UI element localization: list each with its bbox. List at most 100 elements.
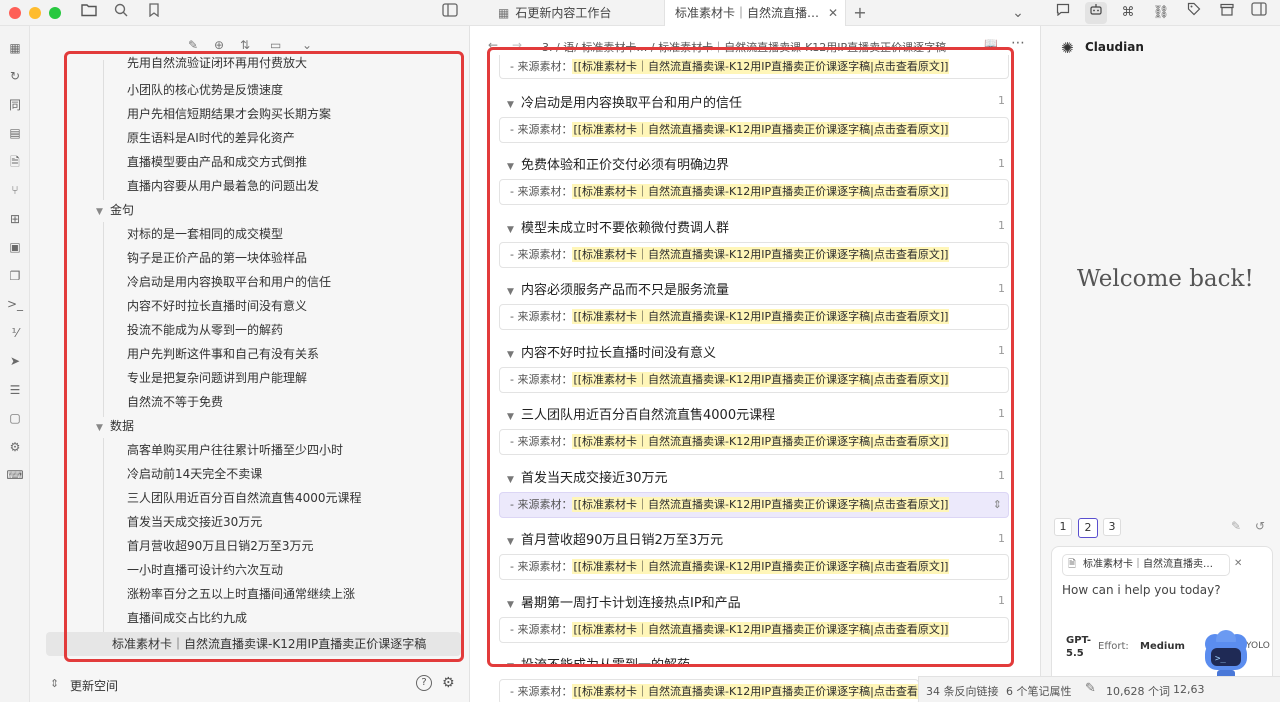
tree-item[interactable]: 高客单购买用户往往累计听播至少四小时 [127,439,457,461]
tree-item[interactable]: 投流不能成为从零到一的解药 [127,319,457,341]
sort-icon[interactable]: ⇅ [240,38,250,52]
tree-item[interactable]: 首发当天成交接近30万元 [127,511,457,533]
chat-input[interactable]: How can i help you today? [1062,583,1262,597]
context-chip[interactable]: 🗎 标准素材卡｜自然流直播卖… [1062,554,1230,576]
selected-file-label[interactable]: 标准素材卡｜自然流直播卖课-K12用IP直播卖正价课逐字稿 [112,633,457,655]
back-arrow-icon[interactable]: ← [488,38,498,52]
source-link[interactable]: [[标准素材卡｜自然流直播卖课-K12用IP直播卖正价课逐字稿|点击查看原文]] [572,372,950,387]
new-note-icon[interactable]: ✎ [188,38,198,52]
block-heading[interactable]: ▼ 内容不好时拉长直播时间没有意义 [507,342,716,361]
graph-icon[interactable]: ▦ [5,38,25,58]
tag-icon[interactable] [1183,2,1205,24]
branch-icon[interactable]: ⑂ [5,180,25,200]
expand-updown-icon[interactable]: ⇕ [993,493,1002,517]
source-link[interactable]: [[标准素材卡｜自然流直播卖课-K12用IP直播卖正价课逐字稿|点击查看原文]] [572,434,950,449]
remove-chip-icon[interactable]: ✕ [1234,558,1242,569]
block-heading[interactable]: ▼ 三人团队用近百分百自然流直售4000元课程 [507,404,775,423]
settings-gear-icon[interactable]: ⚙ [442,675,455,691]
tree-item[interactable]: 冷启动前14天完全不卖课 [127,463,457,485]
sidebar-toggle-icon[interactable] [439,3,461,23]
help-icon[interactable]: ? [416,675,432,691]
tab-material-card[interactable]: 标准素材卡｜自然流直播… [664,0,846,26]
vault-name[interactable]: 更新空间 [70,677,118,694]
link-plugin-icon[interactable]: ⌘ [1117,2,1139,24]
numbers-icon[interactable]: ⅟ [5,323,25,343]
bookmark-icon[interactable] [143,3,165,23]
list-icon[interactable]: ☰ [5,380,25,400]
source-link[interactable]: [[标准素材卡｜自然流直播卖课-K12用IP直播卖正价课逐字稿|点击查看原文]] [572,184,950,199]
source-link[interactable]: [[标准素材卡｜自然流直播卖课-K12用IP直播卖正价课逐字稿|点击查看原文]] [572,684,918,699]
chat-tab-3[interactable]: 3 [1103,518,1121,536]
chat-tab-1[interactable]: 1 [1054,518,1072,536]
search-icon[interactable] [110,3,132,23]
folder-data[interactable]: ▼ 数据 [96,415,134,437]
file-icon[interactable]: 🗎 [5,152,25,172]
more-options-icon[interactable]: ⋯ [1011,35,1025,51]
robot-icon[interactable]: ⚙ [5,437,25,457]
history-icon[interactable]: ↺ [1255,519,1265,533]
console-icon[interactable]: ⌨ [5,465,25,485]
link-icon[interactable]: ⛓ [1150,2,1172,24]
tab-workspace[interactable]: ▦ 石更新内容工作台 [488,0,658,26]
block-heading[interactable]: ▼ 首月营收超90万且日销2万至3万元 [507,529,723,548]
folder-quotes[interactable]: ▼ 金句 [96,199,134,221]
block-heading[interactable]: ▼ 模型未成立时不要依赖微付费调人群 [507,217,729,236]
sync-icon[interactable]: ↻ [5,66,25,86]
new-tab-button[interactable]: + [849,3,871,23]
tree-item[interactable]: 冷启动是用内容换取平台和用户的信任 [127,271,457,293]
block-heading[interactable]: ▼ 免费体验和正价交付必须有明确边界 [507,154,729,173]
tree-item[interactable]: 涨粉率百分之五以上时直播间通常继续上涨 [127,583,457,605]
block-heading[interactable]: ▼ 内容必须服务产品而不只是服务流量 [507,279,729,298]
edit-pencil-icon[interactable]: ✎ [1085,681,1096,696]
source-link[interactable]: [[标准素材卡｜自然流直播卖课-K12用IP直播卖正价课逐字稿|点击查看原文]] [572,59,950,74]
sync-tool-icon[interactable]: 同 [5,95,25,115]
tree-item[interactable]: 直播内容要从用户最着急的问题出发 [127,175,457,197]
breadcrumb[interactable]: 3. / 语/ 标准素材卡… / 标准素材卡｜自然流直播卖课-K12用IP直播卖… [542,39,968,55]
send-icon[interactable]: ➤ [5,351,25,371]
more-icon[interactable]: ⌄ [302,38,312,52]
source-box-active[interactable]: - 来源素材：[[标准素材卡｜自然流直播卖课-K12用IP直播卖正价课逐字稿|点… [499,492,1009,518]
vault-switch-icon[interactable]: ⇕ [50,677,59,690]
chat-icon[interactable] [1052,2,1074,24]
tree-item[interactable]: 小团队的核心优势是反馈速度 [127,79,457,101]
tab-list-button[interactable]: ⌄ [1007,3,1029,23]
bot-icon[interactable] [1085,2,1107,24]
right-sidebar-toggle-icon[interactable] [1248,2,1270,24]
folder-icon[interactable] [78,3,100,23]
effort-selector[interactable]: Medium [1140,641,1185,652]
forward-arrow-icon[interactable]: → [512,38,522,52]
copy-icon[interactable]: ❐ [5,266,25,286]
apps-icon[interactable]: ⊞ [5,209,25,229]
block-heading[interactable]: ▼投流不能成为从零到一的解药 [507,654,690,666]
zoom-window-button[interactable] [49,7,61,19]
properties-count[interactable]: 6 个笔记属性 [1006,683,1072,699]
tree-item[interactable]: 专业是把复杂问题讲到用户能理解 [127,367,457,389]
tree-item[interactable]: 一小时直播可设计约六次互动 [127,559,457,581]
tree-item[interactable]: 首月营收超90万且日销2万至3万元 [127,535,457,557]
new-chat-icon[interactable]: ✎ [1231,519,1241,533]
tree-item[interactable]: 用户先相信短期结果才会购买长期方案 [127,103,457,125]
source-link[interactable]: [[标准素材卡｜自然流直播卖课-K12用IP直播卖正价课逐字稿|点击查看原文]] [572,622,950,637]
tree-item[interactable]: 原生语料是AI时代的差异化资产 [127,127,457,149]
block-heading[interactable]: ▼ 冷启动是用内容换取平台和用户的信任 [507,92,742,111]
tree-item[interactable]: 三人团队用近百分百自然流直售4000元课程 [127,487,457,509]
tree-item[interactable]: 直播间成交占比约九成 [127,607,457,629]
source-link[interactable]: [[标准素材卡｜自然流直播卖课-K12用IP直播卖正价课逐字稿|点击查看原文]] [572,247,950,262]
tree-item[interactable]: 先用自然流验证闭环再用付费放大 [127,56,457,70]
mascot-robot-icon[interactable]: >_ [1197,630,1255,682]
collapse-icon[interactable]: ▭ [270,38,281,52]
tree-item[interactable]: 对标的是一套相同的成交模型 [127,223,457,245]
archive-icon[interactable] [1216,2,1238,24]
close-tab-icon[interactable]: ✕ [822,3,844,23]
tree-item[interactable]: 直播模型要由产品和成交方式倒推 [127,151,457,173]
calendar-icon[interactable]: ▣ [5,237,25,257]
canvas-icon[interactable]: ▤ [5,123,25,143]
new-folder-icon[interactable]: ⊕ [214,38,224,52]
block-heading[interactable]: ▼ 首发当天成交接近30万元 [507,467,668,486]
chat-tab-2[interactable]: 2 [1078,518,1098,538]
terminal-icon[interactable]: >_ [5,294,25,314]
tree-item[interactable]: 钩子是正价产品的第一块体验样品 [127,247,457,269]
comment-icon[interactable]: ▢ [5,408,25,428]
model-selector[interactable]: GPT-5.5 [1066,634,1094,660]
minimize-window-button[interactable] [29,7,41,19]
